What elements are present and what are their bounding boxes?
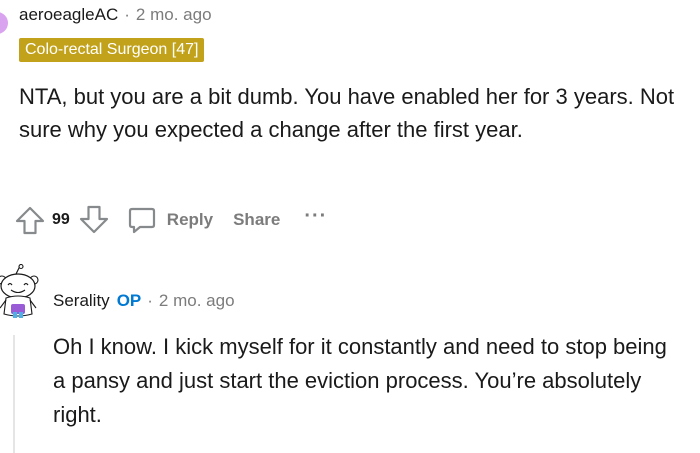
reply-body: Oh I know. I kick myself for it constant…	[53, 334, 667, 427]
username[interactable]: aeroeagleAC	[19, 5, 118, 24]
meta-separator: ·	[124, 5, 130, 24]
comment-bubble-icon	[128, 207, 155, 234]
comment-thread: aeroeagleAC · 2 mo. ago Colo-rectal Surgeo…	[0, 0, 700, 453]
thread-line[interactable]	[13, 335, 15, 453]
downvote-icon	[79, 205, 108, 234]
avatar[interactable]	[0, 12, 8, 34]
snoo-avatar-icon[interactable]	[0, 263, 40, 331]
upvote-button[interactable]	[14, 204, 46, 236]
comment-actions: 99 Reply Share ···	[14, 202, 327, 238]
reply-meta: Serality OP · 2 mo. ago	[53, 290, 235, 312]
comment-meta: aeroeagleAC · 2 mo. ago	[19, 4, 212, 26]
downvote-button[interactable]	[78, 204, 110, 236]
reply-username[interactable]: Serality	[53, 291, 110, 310]
user-flair: Colo-rectal Surgeon [47]	[19, 38, 205, 62]
timestamp[interactable]: 2 mo. ago	[136, 5, 212, 24]
comment-body: NTA, but you are a bit dumb. You have en…	[19, 84, 675, 142]
upvote-icon	[15, 206, 45, 235]
share-button[interactable]: Share	[233, 210, 280, 230]
more-icon[interactable]: ···	[304, 206, 327, 229]
reply-button[interactable]: Reply	[126, 204, 213, 236]
meta-separator: ·	[147, 291, 153, 310]
reply-timestamp[interactable]: 2 mo. ago	[159, 291, 235, 310]
vote-count: 99	[52, 211, 70, 228]
reply-label: Reply	[166, 210, 214, 229]
op-badge: OP	[116, 291, 142, 310]
